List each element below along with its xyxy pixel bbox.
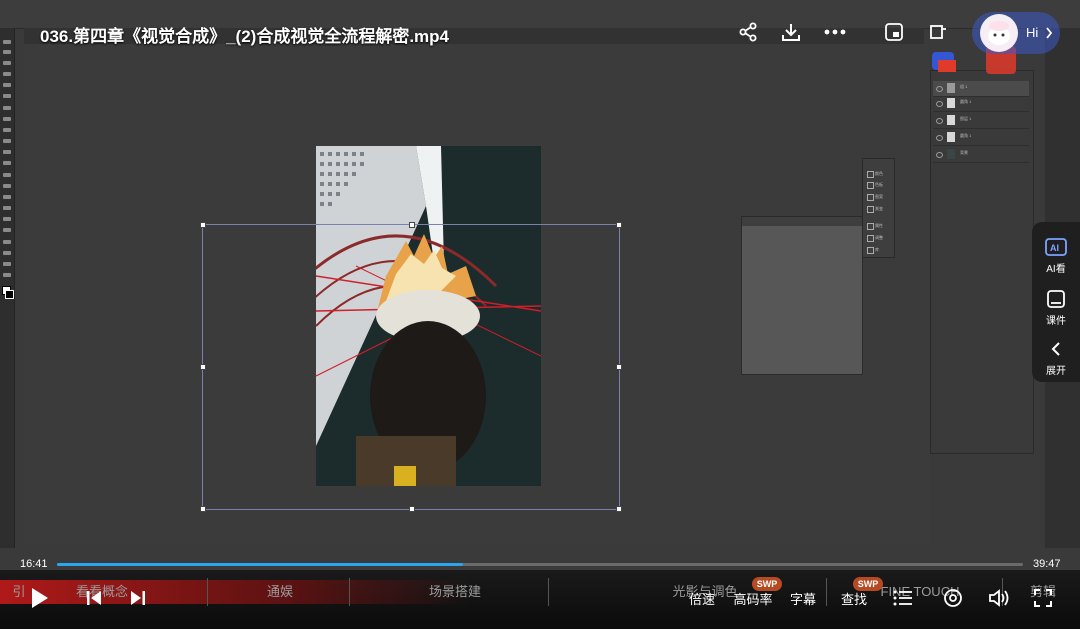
chapter-item[interactable]: 场景搭建	[400, 578, 510, 606]
courseware-icon	[1044, 288, 1068, 310]
share-icon[interactable]	[735, 19, 761, 45]
ai-icon: AI	[1044, 236, 1068, 258]
layer-name: 圆角 1	[960, 133, 972, 138]
previous-icon[interactable]	[82, 584, 106, 612]
mini-panel-label: 属性	[875, 223, 883, 228]
side-item-label: 课件	[1046, 316, 1066, 327]
pip-icon[interactable]	[881, 19, 907, 45]
subtitles-button[interactable]: 字幕	[786, 584, 820, 612]
assistant-avatar[interactable]	[980, 14, 1018, 52]
layer-name: 组 1	[960, 84, 968, 89]
current-time: 16:41	[20, 558, 48, 570]
layer-name: 背景	[960, 150, 968, 155]
more-icon[interactable]	[822, 19, 848, 45]
progress-fill	[57, 563, 463, 566]
ps-layers-panel: 组 1 圆角 1 图层 1 圆角 1 背景	[930, 70, 1034, 454]
search-button[interactable]: 查找	[836, 584, 872, 612]
svg-text:AI: AI	[1050, 243, 1059, 253]
ps-floating-panel	[741, 216, 863, 375]
fullscreen-icon[interactable]	[1030, 584, 1056, 612]
transform-bounding-box[interactable]	[200, 222, 622, 512]
chevron-right-icon[interactable]	[1045, 26, 1053, 44]
side-panel: AI AI看 课件 展开	[1032, 222, 1080, 382]
volume-icon[interactable]	[986, 584, 1012, 612]
mini-panel-label: 渐变	[875, 206, 883, 211]
side-item-label: 展开	[1046, 366, 1066, 377]
side-item-label: AI看	[1046, 264, 1066, 275]
video-title: 036.第四章《视觉合成》_(2)合成视觉全流程解密.mp4	[40, 27, 449, 46]
total-time: 39:47	[1033, 558, 1061, 570]
mini-panel-label: 颜色	[875, 171, 883, 176]
mini-panel-label: 库	[875, 247, 879, 252]
mini-panel-label: 图案	[875, 194, 883, 199]
assistant-greeting[interactable]: Hi	[1026, 25, 1038, 40]
ps-mini-panel: 颜色 色板 图案 渐变 属性 调整 库	[862, 158, 895, 258]
layer-name: 圆角 1	[960, 99, 972, 104]
speed-button[interactable]: 倍速	[684, 584, 720, 612]
next-icon[interactable]	[126, 584, 150, 612]
progress-bar[interactable]	[57, 563, 1023, 566]
chapter-strip: 引 看看概念 通娱 场景搭建 光影与调色 FINE TOUCH 剪辑	[0, 578, 1080, 608]
chapter-item[interactable]: 通娱	[240, 578, 320, 606]
ps-toolbar	[0, 28, 15, 548]
settings-icon[interactable]	[940, 584, 966, 612]
expand-button[interactable]: 展开	[1032, 332, 1080, 382]
mini-panel-label: 调整	[875, 235, 883, 240]
ai-watch-button[interactable]: AI AI看	[1032, 230, 1080, 280]
playlist-icon[interactable]	[890, 584, 916, 612]
quality-button[interactable]: 高码率	[729, 584, 777, 612]
layer-name: 图层 1	[960, 116, 972, 121]
download-icon[interactable]	[778, 19, 804, 45]
courseware-button[interactable]: 课件	[1032, 282, 1080, 332]
chevron-left-icon	[1044, 338, 1068, 360]
play-icon[interactable]	[26, 584, 52, 612]
mini-panel-label: 色板	[875, 182, 883, 187]
